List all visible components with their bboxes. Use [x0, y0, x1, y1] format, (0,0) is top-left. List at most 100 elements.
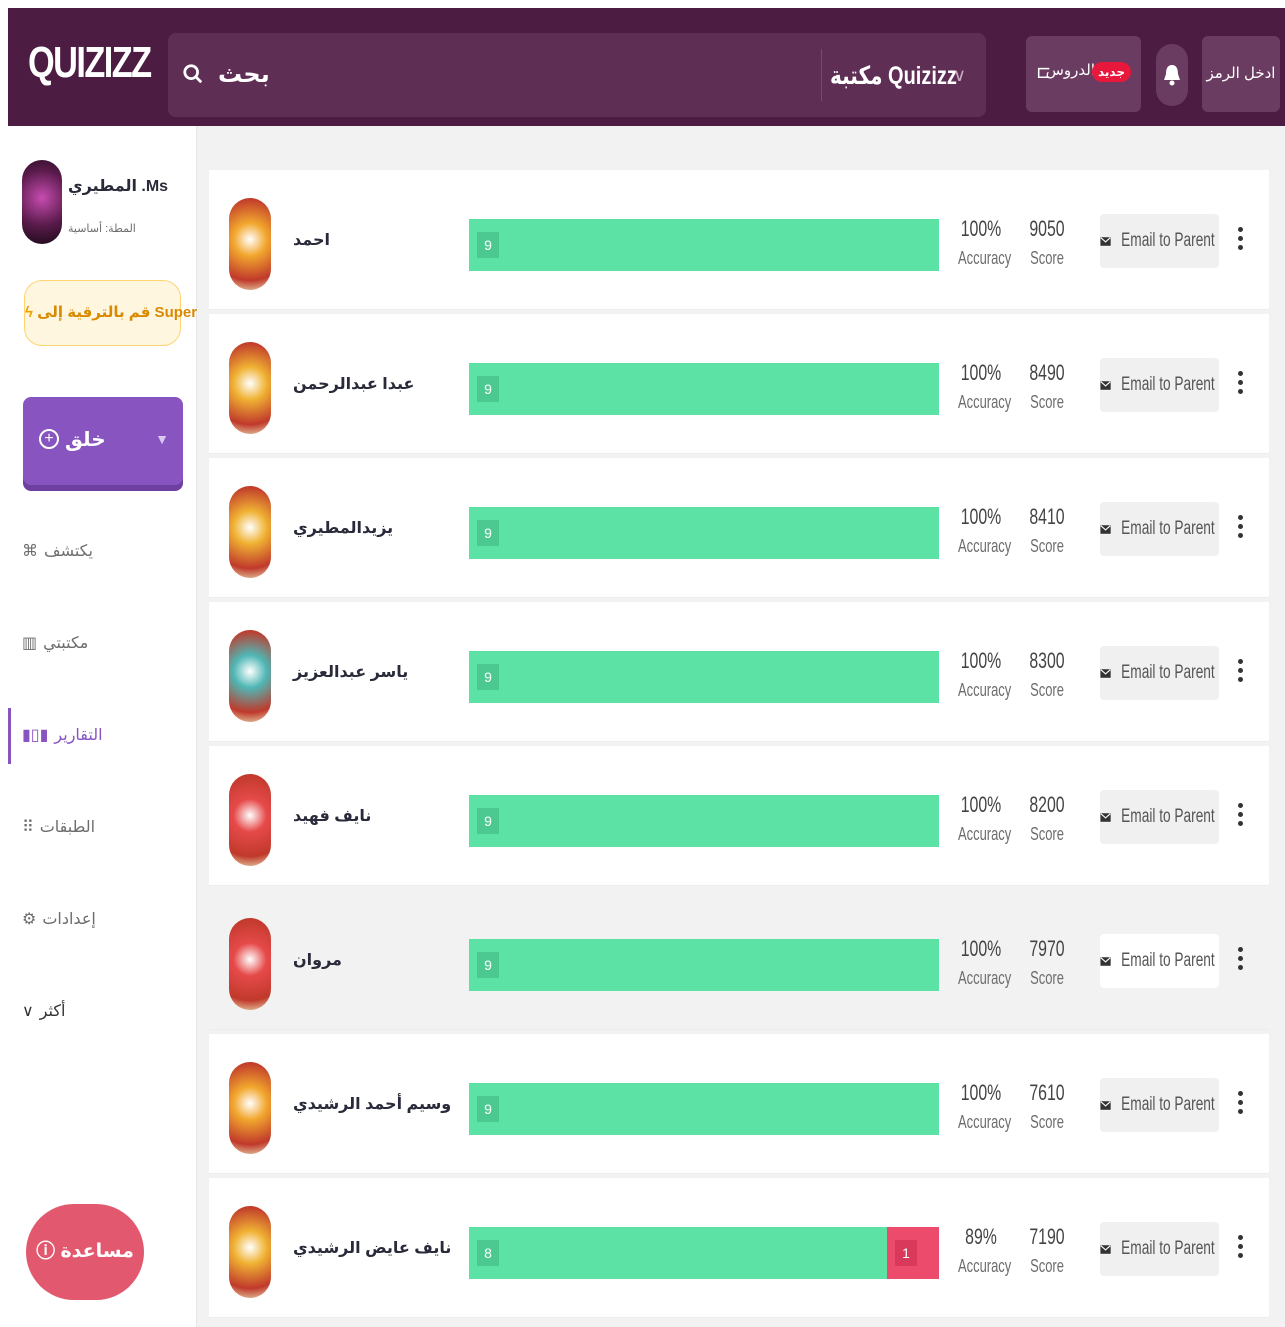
caret-down-icon[interactable]: ▼ [155, 431, 169, 447]
accuracy-value: 100% [960, 504, 1002, 529]
help-button[interactable]: ⓘ مساعدة [26, 1204, 144, 1300]
accuracy-stat: 100% Accuracy [949, 504, 1013, 557]
new-badge: جديد [1091, 62, 1131, 82]
accuracy-label: Accuracy [957, 1112, 1012, 1132]
email-parent-button[interactable]: Email to Parent [1100, 934, 1219, 988]
participant-name[interactable]: عبدا عبدالرحمن [293, 374, 414, 394]
correct-count: 9 [477, 1096, 499, 1122]
score-stat: 8300 Score [1021, 648, 1073, 701]
sidebar-item-library[interactable]: ▥ مكتبتي [22, 628, 88, 658]
accuracy-label: Accuracy [957, 1256, 1012, 1276]
envelope-icon [1100, 1100, 1111, 1110]
more-options-icon[interactable] [1233, 944, 1247, 980]
search-bar[interactable]: بحث مكتبة Quizizz ∨ [168, 33, 986, 117]
participant-name[interactable]: احمد [293, 230, 330, 250]
score-label: Score [1030, 824, 1064, 844]
more-options-icon[interactable] [1233, 1088, 1247, 1124]
more-options-icon[interactable] [1233, 512, 1247, 548]
gear-icon: ⚙ [22, 911, 37, 928]
create-label: خلق [65, 429, 106, 451]
score-value: 8200 [1029, 792, 1065, 817]
reports-icon: ▮▯▮ [22, 727, 49, 744]
participant-name[interactable]: مروان [293, 950, 342, 970]
library-select[interactable]: مكتبة Quizizz ∨ [821, 49, 976, 101]
profile-name[interactable]: المطيري .Ms [68, 176, 168, 196]
accuracy-stat: 89% Accuracy [949, 1224, 1013, 1277]
more-options-icon[interactable] [1233, 224, 1247, 260]
sidebar-item-label: يكتشف [44, 543, 93, 560]
accuracy-stat: 100% Accuracy [949, 216, 1013, 269]
accuracy-value: 100% [960, 936, 1002, 961]
lessons-button[interactable]: ⊏ الدروس جديد [1026, 36, 1141, 112]
search-input[interactable]: بحث [218, 60, 270, 89]
sidebar-item-reports[interactable]: ▮▯▮ التقارير [22, 720, 103, 750]
avatar[interactable] [22, 160, 62, 244]
participant-name[interactable]: نايف فهيد [293, 806, 371, 826]
avatar [229, 630, 271, 722]
envelope-icon [1100, 812, 1111, 822]
score-value: 7970 [1029, 936, 1065, 961]
upgrade-label: قم بالترقية إلى Super [37, 304, 198, 321]
enter-code-button[interactable]: ادخل الرمز [1202, 36, 1280, 112]
score-value: 8300 [1029, 648, 1065, 673]
progress-bar: 9 [469, 795, 939, 847]
email-parent-label: Email to Parent [1121, 662, 1215, 683]
search-icon[interactable] [182, 63, 204, 85]
sidebar-item-label: التقارير [54, 727, 103, 744]
email-parent-button[interactable]: Email to Parent [1100, 790, 1219, 844]
more-options-icon[interactable] [1233, 1232, 1247, 1268]
score-value: 8490 [1029, 360, 1065, 385]
library-icon: ▥ [22, 635, 38, 652]
email-parent-button[interactable]: Email to Parent [1100, 1078, 1219, 1132]
participant-row[interactable]: مروان 9 100% Accuracy 7970 Score Email t… [209, 890, 1269, 1030]
email-parent-button[interactable]: Email to Parent [1100, 502, 1219, 556]
sidebar-item-classes[interactable]: ⠿ الطبقات [22, 812, 95, 842]
sidebar-item-more[interactable]: ∨ أكثر [22, 996, 65, 1026]
accuracy-value: 100% [960, 216, 1002, 241]
score-label: Score [1030, 392, 1064, 412]
participant-name[interactable]: ياسر عبدالعزيز [293, 662, 408, 682]
correct-count: 9 [477, 232, 499, 258]
participant-row[interactable]: عبدا عبدالرحمن 9 100% Accuracy 8490 Scor… [209, 314, 1269, 454]
accuracy-label: Accuracy [957, 680, 1012, 700]
score-stat: 8410 Score [1021, 504, 1073, 557]
envelope-icon [1100, 524, 1111, 534]
participant-name[interactable]: يزيدالمطيري [293, 518, 393, 538]
participant-row[interactable]: وسيم أحمد الرشيدي 9 100% Accuracy 7610 S… [209, 1034, 1269, 1174]
participant-row[interactable]: نايف عايض الرشيدي 8 1 89% Accuracy 7190 … [209, 1178, 1269, 1318]
create-button[interactable]: + خلق ▼ [23, 397, 183, 485]
participant-name[interactable]: وسيم أحمد الرشيدي [293, 1094, 451, 1114]
email-parent-button[interactable]: Email to Parent [1100, 646, 1219, 700]
score-value: 8410 [1029, 504, 1065, 529]
participant-row[interactable]: ياسر عبدالعزيز 9 100% Accuracy 8300 Scor… [209, 602, 1269, 742]
score-stat: 9050 Score [1021, 216, 1073, 269]
participant-row[interactable]: يزيدالمطيري 9 100% Accuracy 8410 Score E… [209, 458, 1269, 598]
upgrade-button[interactable]: ϟ قم بالترقية إلى Super [24, 280, 197, 346]
sidebar-item-explore[interactable]: ⌘ يكتشف [22, 536, 93, 566]
participant-name[interactable]: نايف عايض الرشيدي [293, 1238, 451, 1258]
top-bar-frame: QUIZIZZ بحث مكتبة Quizizz ∨ ⊏ الدروس جدي… [0, 0, 1285, 126]
participant-row[interactable]: احمد 9 100% Accuracy 9050 Score Email to… [209, 170, 1269, 310]
progress-bar: 9 [469, 939, 939, 991]
envelope-icon [1100, 668, 1111, 678]
email-parent-label: Email to Parent [1121, 1238, 1215, 1259]
score-stat: 8490 Score [1021, 360, 1073, 413]
plus-circle-icon: + [39, 429, 59, 449]
more-options-icon[interactable] [1233, 800, 1247, 836]
email-parent-button[interactable]: Email to Parent [1100, 1222, 1219, 1276]
sidebar-item-settings[interactable]: ⚙ إعدادات [22, 904, 96, 934]
progress-bar: 9 [469, 1083, 939, 1135]
email-parent-button[interactable]: Email to Parent [1100, 214, 1219, 268]
more-options-icon[interactable] [1233, 656, 1247, 692]
sidebar-item-label: إعدادات [42, 911, 96, 928]
participant-row[interactable]: نايف فهيد 9 100% Accuracy 8200 Score Ema… [209, 746, 1269, 886]
more-options-icon[interactable] [1233, 368, 1247, 404]
bell-icon [1164, 65, 1180, 86]
progress-bar: 8 1 [469, 1227, 939, 1279]
quizizz-logo[interactable]: QUIZIZZ [28, 38, 152, 88]
incorrect-segment: 1 [887, 1227, 939, 1279]
accuracy-label: Accuracy [957, 248, 1012, 268]
envelope-icon [1100, 1244, 1111, 1254]
email-parent-button[interactable]: Email to Parent [1100, 358, 1219, 412]
notifications-button[interactable] [1156, 44, 1188, 106]
